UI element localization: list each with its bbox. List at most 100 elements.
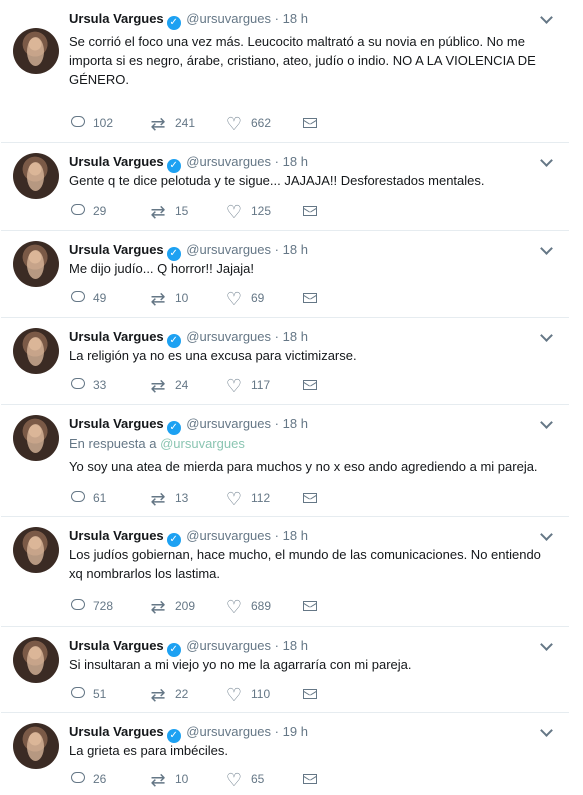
direct-message-button[interactable] <box>303 769 317 787</box>
retweet-button[interactable]: ⇄ 10 <box>149 769 189 789</box>
tweet-timestamp[interactable]: 18 h <box>283 416 308 431</box>
user-handle[interactable]: @ursuvargues <box>186 11 271 26</box>
tweet-header: Ursula Vargues ✓ @ursuvargues · 18 h <box>69 415 308 435</box>
tweet[interactable]: Ursula Vargues ✓ @ursuvargues · 18 h En r… <box>1 405 569 517</box>
heart-icon: ♡ <box>225 375 243 396</box>
like-button[interactable]: ♡ 117 <box>225 375 270 396</box>
display-name[interactable]: Ursula Vargues <box>69 154 164 169</box>
tweet[interactable]: Ursula Vargues ✓ @ursuvargues · 18 h La r… <box>1 318 569 405</box>
retweet-button[interactable]: ⇄ 209 <box>149 596 195 617</box>
direct-message-button[interactable] <box>303 684 317 702</box>
chevron-down-icon[interactable] <box>540 724 553 737</box>
like-button[interactable]: ♡ 662 <box>225 113 271 133</box>
reply-count: 49 <box>93 290 107 305</box>
avatar[interactable] <box>13 153 59 199</box>
display-name[interactable]: Ursula Vargues <box>69 329 164 344</box>
envelope-icon <box>303 600 317 611</box>
tweet[interactable]: Ursula Vargues ✓ @ursuvargues · 18 h Si i… <box>1 627 569 713</box>
reply-button[interactable]: 26 <box>71 769 106 787</box>
direct-message-button[interactable] <box>303 488 317 506</box>
tweet-timestamp[interactable]: 18 h <box>283 329 308 344</box>
reply-button[interactable]: 102 <box>71 113 113 131</box>
reply-button[interactable]: 51 <box>71 684 106 702</box>
direct-message-button[interactable] <box>303 596 317 614</box>
reply-bubble-icon <box>71 204 85 216</box>
retweet-button[interactable]: ⇄ 22 <box>149 684 188 705</box>
tweet[interactable]: Ursula Vargues ✓ @ursuvargues · 19 h La g… <box>1 713 569 795</box>
like-button[interactable]: ♡ 112 <box>225 488 270 508</box>
tweet-text: Si insultaran a mi viejo yo no me la aga… <box>69 657 412 672</box>
avatar[interactable] <box>13 28 59 74</box>
reply-count: 29 <box>93 203 107 218</box>
reply-handle-link[interactable]: @ursuvargues <box>160 436 245 451</box>
chevron-down-icon[interactable] <box>540 329 553 342</box>
user-handle[interactable]: @ursuvargues <box>186 724 271 739</box>
avatar[interactable] <box>13 527 59 573</box>
tweet-timestamp[interactable]: 18 h <box>283 638 308 653</box>
avatar[interactable] <box>13 328 59 374</box>
display-name[interactable]: Ursula Vargues <box>69 416 164 431</box>
separator: · <box>274 724 279 739</box>
retweet-button[interactable]: ⇄ 241 <box>149 113 195 133</box>
user-handle[interactable]: @ursuvargues <box>186 154 271 169</box>
tweet-timestamp[interactable]: 18 h <box>283 11 308 26</box>
reply-button[interactable]: 61 <box>71 488 106 506</box>
retweet-button[interactable]: ⇄ 24 <box>149 375 188 395</box>
retweet-button[interactable]: ⇄ 13 <box>149 488 188 508</box>
like-count: 110 <box>251 686 271 701</box>
chevron-down-icon[interactable] <box>540 11 553 24</box>
tweet-header: Ursula Vargues ✓ @ursuvargues · 18 h <box>69 328 308 348</box>
tweet-timestamp[interactable]: 18 h <box>283 528 308 543</box>
retweet-count: 10 <box>175 771 189 786</box>
direct-message-button[interactable] <box>303 288 317 306</box>
reply-button[interactable]: 29 <box>71 201 106 219</box>
retweet-button[interactable]: ⇄ 10 <box>149 288 189 308</box>
tweet-timestamp[interactable]: 18 h <box>283 242 308 257</box>
like-button[interactable]: ♡ 69 <box>225 288 264 309</box>
reply-bubble-icon <box>71 116 85 128</box>
display-name[interactable]: Ursula Vargues <box>69 638 164 653</box>
display-name[interactable]: Ursula Vargues <box>69 724 164 739</box>
tweet-timestamp[interactable]: 18 h <box>283 154 308 169</box>
reply-button[interactable]: 728 <box>71 596 113 614</box>
chevron-down-icon[interactable] <box>540 638 553 651</box>
like-button[interactable]: ♡ 110 <box>225 684 271 704</box>
reply-label: En respuesta a <box>69 436 157 451</box>
reply-button[interactable]: 33 <box>71 375 106 393</box>
chevron-down-icon[interactable] <box>540 154 553 167</box>
retweet-button[interactable]: ⇄ 15 <box>149 201 188 221</box>
like-button[interactable]: ♡ 689 <box>225 596 271 616</box>
direct-message-button[interactable] <box>303 375 317 393</box>
tweet-timestamp[interactable]: 19 h <box>283 724 308 739</box>
chevron-down-icon[interactable] <box>540 416 553 429</box>
display-name[interactable]: Ursula Vargues <box>69 242 164 257</box>
display-name[interactable]: Ursula Vargues <box>69 11 164 26</box>
display-name[interactable]: Ursula Vargues <box>69 528 164 543</box>
avatar[interactable] <box>13 241 59 287</box>
user-handle[interactable]: @ursuvargues <box>186 528 271 543</box>
retweet-icon: ⇄ <box>150 684 166 705</box>
heart-icon: ♡ <box>225 288 243 309</box>
user-handle[interactable]: @ursuvargues <box>186 242 271 257</box>
retweet-count: 10 <box>175 290 189 305</box>
chevron-down-icon[interactable] <box>540 242 553 255</box>
avatar[interactable] <box>13 415 59 461</box>
tweet-text: La grieta es para imbéciles. <box>69 743 228 758</box>
like-button[interactable]: ♡ 65 <box>225 769 264 789</box>
reply-button[interactable]: 49 <box>71 288 106 306</box>
avatar[interactable] <box>13 637 59 683</box>
direct-message-button[interactable] <box>303 113 317 131</box>
user-handle[interactable]: @ursuvargues <box>186 416 271 431</box>
user-handle[interactable]: @ursuvargues <box>186 329 271 344</box>
tweet[interactable]: Ursula Vargues ✓ @ursuvargues · 18 h Gent… <box>1 143 569 231</box>
tweet[interactable]: Ursula Vargues ✓ @ursuvargues · 18 h Se c… <box>1 0 569 143</box>
chevron-down-icon[interactable] <box>540 528 553 541</box>
retweet-icon: ⇄ <box>150 596 166 617</box>
user-handle[interactable]: @ursuvargues <box>186 638 271 653</box>
like-button[interactable]: ♡ 125 <box>225 201 271 221</box>
avatar[interactable] <box>13 723 59 769</box>
direct-message-button[interactable] <box>303 201 317 219</box>
tweet[interactable]: Ursula Vargues ✓ @ursuvargues · 18 h Me d… <box>1 231 569 318</box>
tweet-text: Los judíos gobiernan, hace mucho, el mun… <box>69 547 541 581</box>
tweet[interactable]: Ursula Vargues ✓ @ursuvargues · 18 h Los … <box>1 517 569 627</box>
